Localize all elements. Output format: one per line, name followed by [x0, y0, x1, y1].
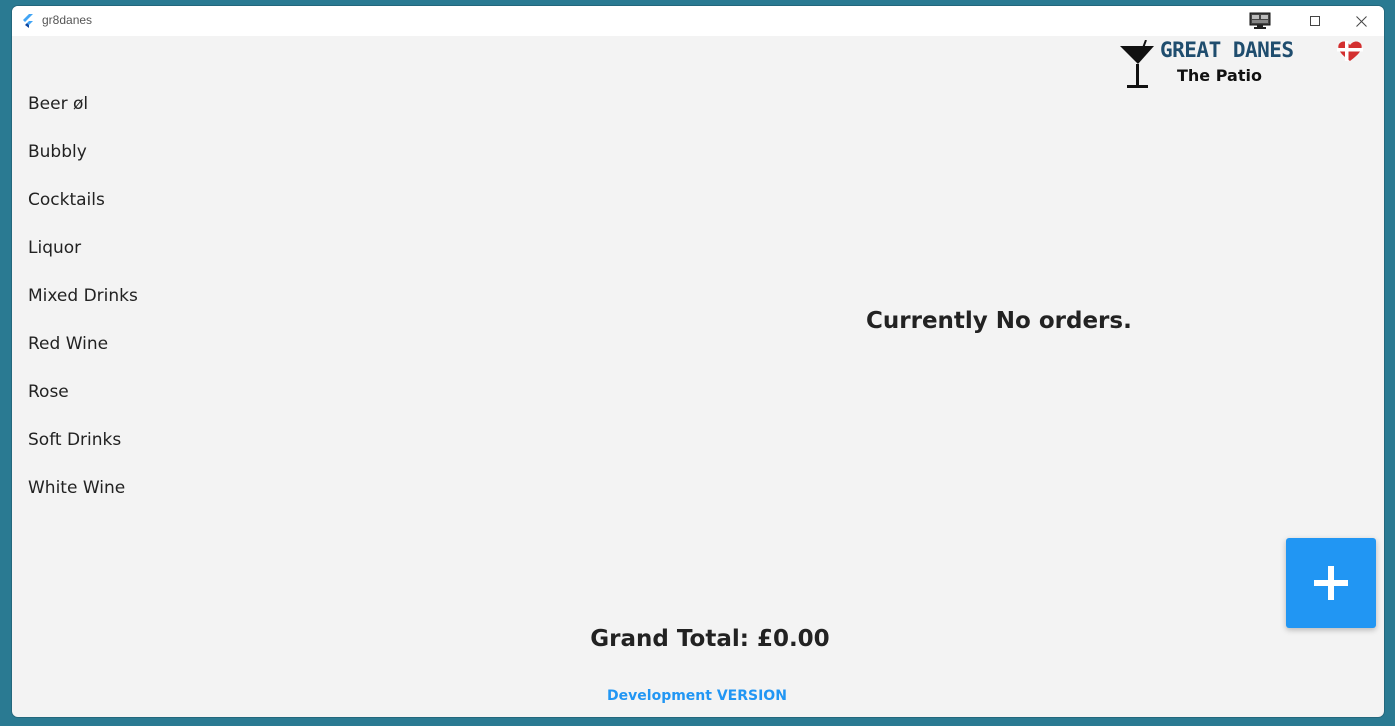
category-item-rose[interactable]: Rose — [28, 382, 138, 430]
category-item-mixed-drinks[interactable]: Mixed Drinks — [28, 286, 138, 334]
maximize-button[interactable] — [1292, 6, 1338, 36]
flutter-app-icon — [20, 13, 36, 29]
close-button[interactable] — [1338, 6, 1384, 36]
category-item-cocktails[interactable]: Cocktails — [28, 190, 138, 238]
grand-total: Grand Total: £0.00 — [12, 626, 1384, 652]
grand-total-label: Grand Total: — [590, 626, 757, 652]
no-orders-message: Currently No orders. — [866, 308, 1132, 334]
category-item-red-wine[interactable]: Red Wine — [28, 334, 138, 382]
category-item-white-wine[interactable]: White Wine — [28, 478, 138, 526]
development-version-label: Development VERSION — [607, 688, 787, 704]
plus-icon — [1314, 566, 1348, 600]
title-bar: gr8danes — [12, 6, 1384, 36]
danish-flag-heart-icon — [1337, 41, 1363, 61]
grand-total-value: £0.00 — [756, 626, 830, 652]
logo-title: GREAT DANES — [1160, 38, 1294, 62]
screen-icon-button[interactable] — [1238, 6, 1284, 36]
add-order-button[interactable] — [1286, 538, 1376, 628]
great-danes-logo: GREAT DANES The Patio — [1118, 38, 1368, 94]
cocktail-glass-icon — [1120, 40, 1154, 88]
monitor-icon — [1249, 12, 1271, 29]
logo-subtitle: The Patio — [1177, 66, 1262, 85]
category-list: Beer øl Bubbly Cocktails Liquor Mixed Dr… — [28, 94, 138, 526]
window-title: gr8danes — [42, 13, 93, 27]
category-item-beer[interactable]: Beer øl — [28, 94, 138, 142]
category-item-soft-drinks[interactable]: Soft Drinks — [28, 430, 138, 478]
category-item-bubbly[interactable]: Bubbly — [28, 142, 138, 190]
close-icon — [1355, 15, 1367, 27]
maximize-icon — [1310, 16, 1320, 26]
category-item-liquor[interactable]: Liquor — [28, 238, 138, 286]
app-window: gr8danes GREAT DANES The Patio Beer øl B… — [12, 6, 1384, 717]
